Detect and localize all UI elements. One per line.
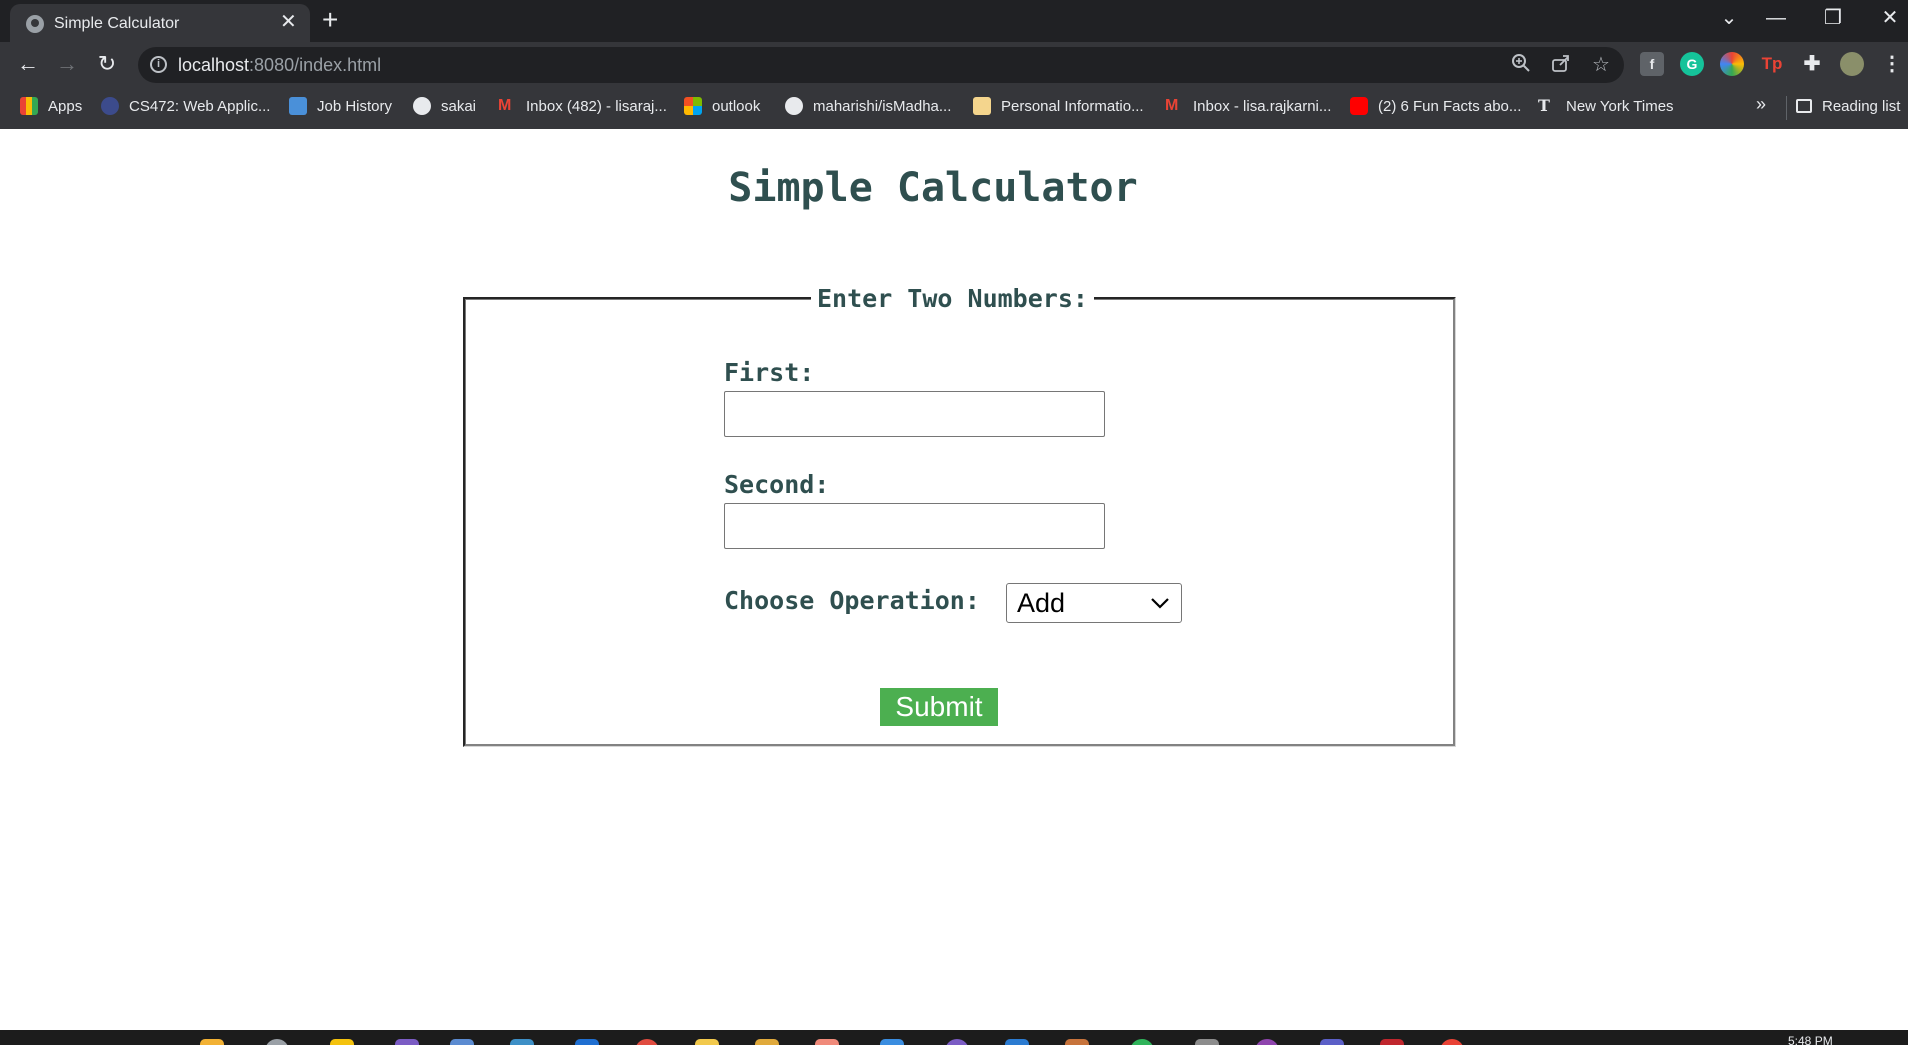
app-icon[interactable] xyxy=(1005,1039,1029,1045)
window-close-icon[interactable]: ✕ xyxy=(1875,6,1905,30)
youtube-icon xyxy=(1350,97,1368,115)
app-icon[interactable] xyxy=(945,1039,969,1045)
tab-search-icon[interactable]: ⌄ xyxy=(1714,6,1744,30)
app-icon[interactable] xyxy=(450,1039,474,1045)
forward-icon[interactable]: → xyxy=(53,51,81,77)
minimize-icon[interactable]: — xyxy=(1761,6,1791,30)
operation-selected-value: Add xyxy=(1017,588,1066,618)
app-icon[interactable] xyxy=(1255,1039,1279,1045)
app-icon[interactable] xyxy=(510,1039,534,1045)
reading-list-button[interactable]: Reading list xyxy=(1796,88,1900,124)
address-bar[interactable]: i localhost:8080/index.html ☆ xyxy=(138,47,1624,83)
bookmark-job-history[interactable]: Job History xyxy=(289,88,392,124)
zoom-icon[interactable] xyxy=(1508,53,1534,79)
taskbar-clock: 5:48 PM xyxy=(1788,1034,1833,1045)
restore-icon[interactable]: ❐ xyxy=(1818,6,1848,30)
gmail-icon: M xyxy=(1165,97,1179,114)
app-icon[interactable] xyxy=(1130,1039,1154,1045)
browser-toolbar: ← → ↻ i localhost:8080/index.html ☆ f G … xyxy=(0,42,1908,88)
fieldset-legend: Enter Two Numbers: xyxy=(817,284,1088,313)
bookmark-apps[interactable]: Apps xyxy=(20,88,82,124)
bookmarks-bar: Apps CS472: Web Applic... Job History sa… xyxy=(0,88,1908,129)
browser-chrome: Simple Calculator ✕ + ⌄ — ❐ ✕ ← → ↻ i lo… xyxy=(0,0,1908,129)
app-icon[interactable] xyxy=(695,1039,719,1045)
bookmark-youtube[interactable]: (2) 6 Fun Facts abo... xyxy=(1350,88,1521,124)
app-icon[interactable] xyxy=(395,1039,419,1045)
app-icon[interactable] xyxy=(265,1039,289,1045)
chrome-icon[interactable] xyxy=(1440,1039,1464,1045)
bookmarks-divider xyxy=(1786,96,1787,120)
bookmark-star-icon[interactable]: ☆ xyxy=(1588,53,1614,77)
share-icon[interactable] xyxy=(1548,53,1574,79)
operation-label: Choose Operation: xyxy=(724,586,980,615)
gmail-icon: M xyxy=(498,97,512,114)
extensions-puzzle-icon[interactable]: ✚ xyxy=(1800,52,1824,76)
tab-simple-calculator[interactable]: Simple Calculator ✕ xyxy=(10,4,310,42)
color-picker-icon[interactable] xyxy=(1720,52,1744,76)
tab-strip: Simple Calculator ✕ + ⌄ — ❐ ✕ xyxy=(0,0,1908,42)
site-info-icon[interactable]: i xyxy=(150,56,167,73)
bookmark-outlook[interactable]: outlook xyxy=(684,88,760,124)
menu-kebab-icon[interactable]: ⋮ xyxy=(1880,52,1904,76)
app-icon[interactable] xyxy=(1380,1039,1404,1045)
first-number-input[interactable] xyxy=(724,391,1105,437)
microsoft-icon xyxy=(684,97,702,115)
bookmark-github[interactable]: maharishi/isMadha... xyxy=(785,88,951,124)
app-icon[interactable] xyxy=(880,1039,904,1045)
tab-title: Simple Calculator xyxy=(54,15,180,32)
page-title: Simple Calculator xyxy=(728,165,1138,211)
first-label: First: xyxy=(724,358,815,387)
submit-button[interactable]: Submit xyxy=(880,688,998,726)
bookmark-cs472[interactable]: CS472: Web Applic... xyxy=(101,88,270,124)
app-icon[interactable] xyxy=(1195,1039,1219,1045)
globe-icon xyxy=(101,97,119,115)
new-tab-icon[interactable]: + xyxy=(322,6,338,34)
app-icon[interactable] xyxy=(635,1039,659,1045)
file-explorer-icon[interactable] xyxy=(200,1039,224,1045)
bookmark-nyt[interactable]: T New York Times xyxy=(1538,88,1674,124)
back-icon[interactable]: ← xyxy=(14,51,42,77)
reading-list-icon xyxy=(1796,99,1812,113)
close-icon[interactable]: ✕ xyxy=(280,11,297,33)
nyt-icon: T xyxy=(1538,96,1550,115)
reload-icon[interactable]: ↻ xyxy=(93,51,121,77)
app-icon[interactable] xyxy=(815,1039,839,1045)
app-icon[interactable] xyxy=(330,1039,354,1045)
globe-icon xyxy=(413,97,431,115)
facebook-extension-icon[interactable]: f xyxy=(1640,52,1664,76)
grammarly-icon[interactable]: G xyxy=(1680,52,1704,76)
profile-avatar[interactable] xyxy=(1840,52,1864,76)
app-icon[interactable] xyxy=(755,1039,779,1045)
operation-select[interactable]: Add xyxy=(1006,583,1182,623)
bookmarks-overflow-icon[interactable]: » xyxy=(1756,94,1766,115)
bookmark-gmail-inbox[interactable]: M Inbox (482) - lisaraj... xyxy=(498,88,667,124)
page-icon xyxy=(973,97,991,115)
second-label: Second: xyxy=(724,470,830,499)
bookmark-personal-info[interactable]: Personal Informatio... xyxy=(973,88,1144,124)
page-content: Simple Calculator Enter Two Numbers: Fir… xyxy=(0,129,1908,1030)
app-icon[interactable] xyxy=(1320,1039,1344,1045)
second-number-input[interactable] xyxy=(724,503,1105,549)
url-text[interactable]: localhost:8080/index.html xyxy=(178,55,381,76)
bookmark-gmail-inbox-2[interactable]: M Inbox - lisa.rajkarni... xyxy=(1165,88,1331,124)
os-taskbar: 5:48 PM xyxy=(0,1030,1908,1045)
apps-grid-icon xyxy=(20,97,38,115)
bookmark-sakai[interactable]: sakai xyxy=(413,88,476,124)
tp-extension-icon[interactable]: Tp xyxy=(1760,52,1784,76)
github-icon xyxy=(785,97,803,115)
app-icon[interactable] xyxy=(1065,1039,1089,1045)
globe-icon xyxy=(26,15,44,33)
job-icon xyxy=(289,97,307,115)
chevron-down-icon xyxy=(1151,598,1169,609)
app-icon[interactable] xyxy=(575,1039,599,1045)
